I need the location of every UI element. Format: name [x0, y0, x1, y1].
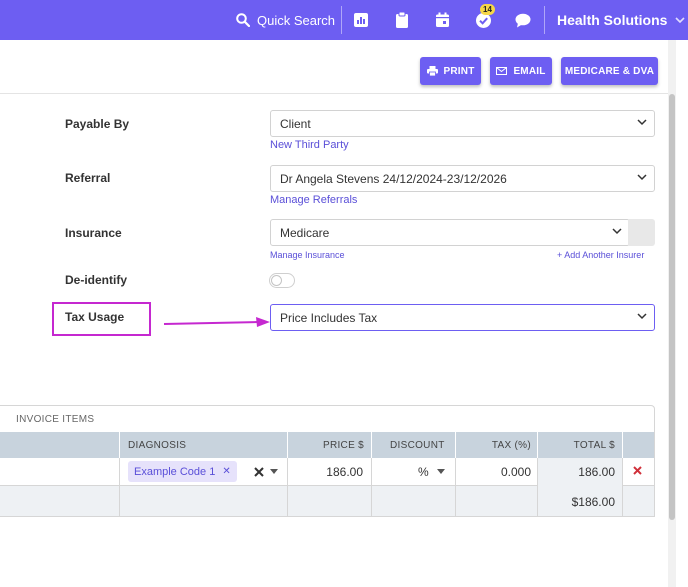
search-icon — [236, 13, 250, 27]
column-header-diagnosis: DIAGNOSIS — [128, 439, 187, 451]
column-divider — [622, 458, 623, 516]
email-button[interactable]: EMAIL — [490, 57, 552, 85]
print-button[interactable]: PRINT — [420, 57, 481, 85]
chevron-down-icon — [637, 119, 647, 126]
tasks-count-badge: 14 — [480, 4, 495, 15]
caret-down-icon[interactable] — [437, 469, 445, 475]
scrollbar-thumb[interactable] — [669, 94, 675, 520]
column-header-discount: DISCOUNT — [390, 439, 445, 451]
chevron-down-icon — [637, 313, 647, 320]
organization-menu[interactable]: Health Solutions — [557, 0, 686, 40]
insurance-label: Insurance — [65, 226, 122, 240]
annotation-arrow-icon — [163, 317, 270, 327]
add-another-insurer-link[interactable]: + Add Another Insurer — [557, 250, 644, 260]
tasks-icon[interactable]: 14 — [474, 4, 495, 29]
toggle-knob — [271, 275, 282, 286]
remove-chip-icon[interactable]: ✕ — [222, 466, 230, 477]
invoice-items-title: INVOICE ITEMS — [16, 414, 95, 425]
chevron-down-icon — [612, 228, 622, 235]
payable-by-value: Client — [280, 116, 311, 131]
nav-divider — [341, 6, 342, 34]
quick-search-button[interactable]: Quick Search — [236, 0, 335, 40]
nav-divider — [544, 6, 545, 34]
referral-label: Referral — [65, 171, 111, 185]
column-divider — [287, 432, 288, 458]
delete-row-icon[interactable] — [633, 466, 642, 475]
insurance-addon-button[interactable] — [628, 219, 655, 246]
calendar-icon[interactable] — [433, 11, 451, 29]
printer-icon — [426, 66, 438, 76]
tax-usage-select[interactable]: Price Includes Tax — [270, 304, 655, 331]
clear-diagnosis-icon[interactable] — [254, 467, 264, 477]
column-divider — [371, 458, 372, 516]
tax-usage-label: Tax Usage — [65, 310, 125, 324]
chevron-down-icon — [637, 174, 647, 181]
new-third-party-link[interactable]: New Third Party — [270, 139, 349, 151]
medicare-dva-button[interactable]: MEDICARE & DVA — [561, 57, 658, 85]
organization-name: Health Solutions — [557, 12, 668, 28]
reports-icon[interactable] — [352, 11, 370, 29]
chat-icon[interactable] — [514, 11, 532, 29]
discount-unit[interactable]: % — [418, 465, 429, 479]
diagnosis-chip-label: Example Code 1 — [134, 465, 216, 478]
print-label: PRINT — [443, 65, 475, 77]
caret-down-icon[interactable] — [270, 469, 278, 475]
chevron-down-icon — [675, 17, 686, 23]
insurance-value: Medicare — [280, 225, 330, 240]
diagnosis-chip[interactable]: Example Code 1 ✕ — [128, 461, 237, 482]
medicare-dva-label: MEDICARE & DVA — [564, 65, 655, 77]
price-cell[interactable]: 186.00 — [288, 465, 363, 479]
column-divider — [455, 432, 456, 458]
toolbar-divider — [0, 93, 668, 94]
tax-cell[interactable]: 0.000 — [456, 465, 531, 479]
column-header-price: PRICE $ — [322, 439, 364, 451]
referral-select[interactable]: Dr Angela Stevens 24/12/2024-23/12/2026 — [270, 165, 655, 192]
referral-value: Dr Angela Stevens 24/12/2024-23/12/2026 — [280, 171, 507, 186]
email-label: EMAIL — [513, 65, 546, 77]
total-cell: 186.00 — [578, 465, 615, 479]
column-header-tax: TAX (%) — [491, 439, 531, 451]
manage-insurance-link[interactable]: Manage Insurance — [270, 250, 345, 260]
quick-search-label: Quick Search — [257, 12, 336, 28]
column-divider — [622, 432, 623, 458]
column-header-total: TOTAL $ — [573, 439, 615, 451]
column-divider — [537, 432, 538, 458]
column-divider — [119, 432, 120, 458]
grand-total: $186.00 — [571, 495, 615, 509]
deidentify-label: De-identify — [65, 273, 128, 287]
insurance-select[interactable]: Medicare — [270, 219, 630, 246]
column-divider — [119, 458, 120, 516]
envelope-icon — [496, 67, 508, 75]
payable-by-select[interactable]: Client — [270, 110, 655, 137]
tax-usage-value: Price Includes Tax — [280, 310, 378, 325]
clipboard-icon[interactable] — [393, 11, 411, 29]
column-divider — [371, 432, 372, 458]
deidentify-toggle[interactable] — [269, 273, 295, 288]
manage-referrals-link[interactable]: Manage Referrals — [270, 194, 357, 206]
payable-by-label: Payable By — [65, 117, 130, 131]
